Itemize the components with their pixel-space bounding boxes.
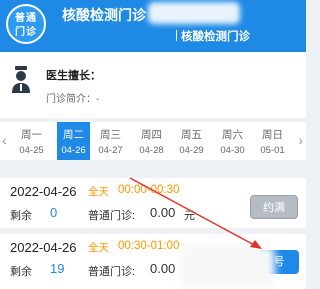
- remaining-label: 剩余: [10, 210, 32, 222]
- clinic-title: 核酸检测门诊: [62, 7, 146, 23]
- day-tab-weekday: 周五: [181, 129, 202, 141]
- day-tab-date: 04-25: [19, 145, 44, 156]
- slot-price: 0.00: [150, 261, 176, 276]
- doctor-specialty-label: 医生擅长：: [46, 70, 101, 82]
- clinic-type-badge: 普通 门诊: [6, 4, 46, 44]
- day-tab[interactable]: 周五 04-29: [175, 122, 208, 160]
- doctor-icon: [12, 66, 30, 93]
- clinic-intro: 门诊简介：-: [46, 94, 100, 105]
- remaining-label: 剩余: [10, 266, 32, 278]
- day-tab-weekday: 周三: [100, 129, 121, 141]
- day-tab-weekday: 周一: [21, 129, 42, 141]
- day-tab[interactable]: 周日 05-01: [256, 122, 289, 160]
- day-tab-selected[interactable]: 周二 04-26: [57, 122, 90, 160]
- doctor-info-panel: 医生擅长： 门诊简介：-: [0, 52, 306, 118]
- header-bar: 普通 门诊 核酸检测门诊 核酸检测门诊: [0, 0, 306, 52]
- day-tab[interactable]: 周三 04-27: [94, 122, 127, 160]
- badge-line-1: 普通: [15, 13, 37, 24]
- prev-week-arrow-icon[interactable]: ‹: [2, 132, 7, 148]
- slot-price: 0.00: [150, 205, 176, 220]
- day-tab-date: 04-27: [98, 145, 123, 156]
- week-date-selector: ‹ 周一 04-25 周二 04-26 周三 04-27 周四 04-28 周五 04-2…: [0, 122, 306, 160]
- remaining-count: 19: [50, 261, 65, 276]
- clinic-type-label: 普通门诊:: [88, 210, 136, 222]
- slot-date: 2022-04-26: [10, 240, 77, 255]
- slot-date: 2022-04-26: [10, 184, 77, 199]
- slot-period: 全天: [88, 186, 109, 198]
- badge-line-2: 门诊: [15, 27, 37, 38]
- day-tab-date: 04-28: [139, 145, 164, 156]
- clinic-subtitle-text: 核酸检测门诊: [181, 31, 250, 43]
- day-tab[interactable]: 周一 04-25: [15, 122, 48, 160]
- day-tab-date: 04-30: [220, 145, 245, 156]
- slot-time: 00:00-00:30: [118, 184, 180, 196]
- day-tab[interactable]: 周六 04-30: [216, 122, 249, 160]
- obscured-area: [180, 246, 275, 286]
- next-week-arrow-icon[interactable]: ›: [298, 132, 303, 148]
- clinic-subtitle: 核酸检测门诊: [176, 28, 250, 44]
- redacted-area: [148, 2, 240, 24]
- day-tab-date: 04-29: [179, 145, 204, 156]
- clinic-type-label: 普通门诊:: [88, 266, 136, 278]
- day-tab[interactable]: 周四 04-28: [135, 122, 168, 160]
- subtitle-divider: [176, 30, 177, 41]
- slot-time: 00:30-01:00: [118, 240, 180, 252]
- day-tab-weekday: 周六: [222, 129, 243, 141]
- time-slot-row: 2022-04-26 全天 00:00-00:30 剩余 0 普通门诊: 0.0…: [0, 178, 306, 228]
- day-tab-date: 05-01: [260, 145, 285, 156]
- day-tab-date: 04-26: [61, 145, 86, 156]
- day-tab-weekday: 周四: [141, 129, 162, 141]
- day-tab-weekday: 周二: [63, 129, 84, 141]
- price-unit: 元: [184, 210, 195, 222]
- slot-period: 全天: [88, 242, 109, 254]
- fully-booked-button[interactable]: 约满: [250, 195, 298, 219]
- remaining-count: 0: [50, 205, 58, 220]
- day-tab-weekday: 周日: [262, 129, 283, 141]
